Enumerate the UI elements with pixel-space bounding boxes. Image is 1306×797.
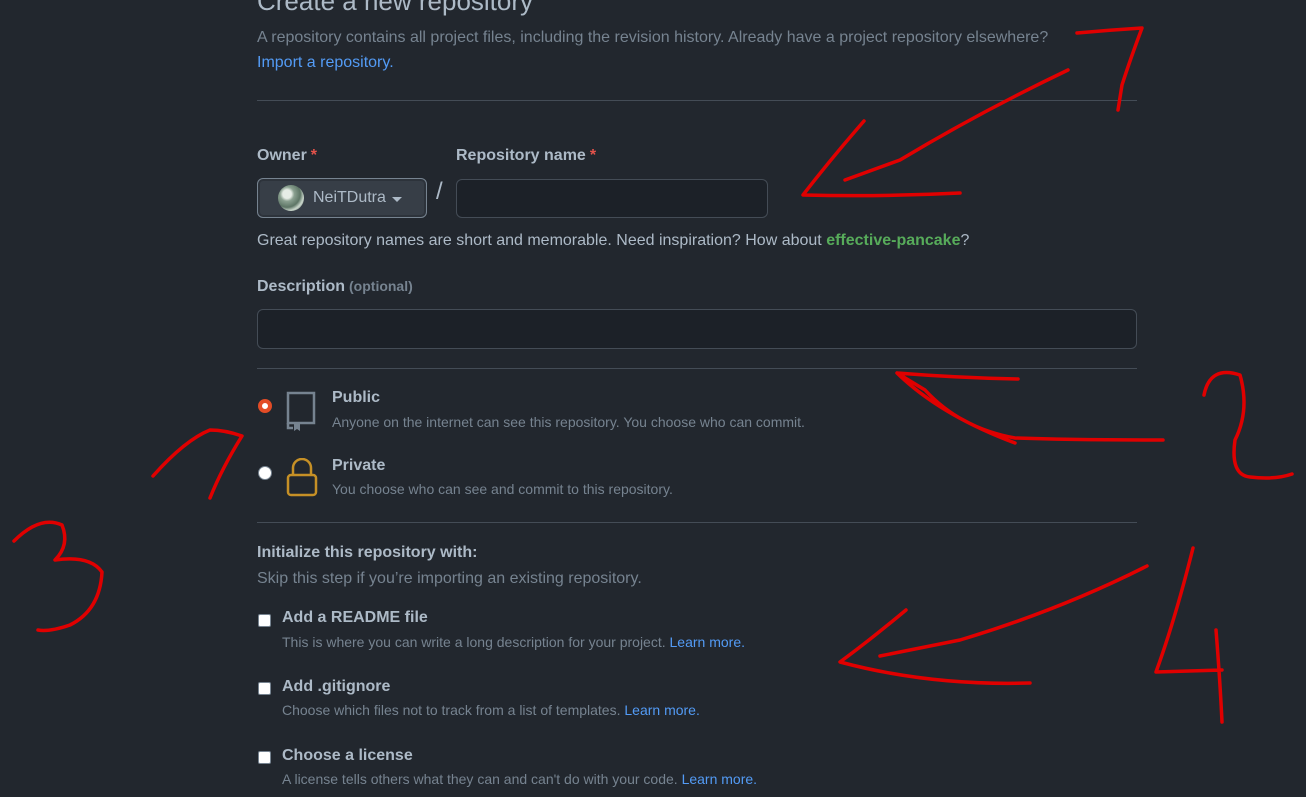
choose-license-desc-text: A license tells others what they can and… <box>282 771 678 787</box>
hint-text: Great repository names are short and mem… <box>257 232 827 249</box>
add-readme-checkbox[interactable] <box>258 614 271 627</box>
add-readme-desc-text: This is where you can write a long descr… <box>282 634 666 650</box>
owner-select-button[interactable]: NeiTDutra <box>257 178 427 218</box>
choose-license-title: Choose a license <box>282 747 413 764</box>
owner-label: Owner * <box>257 147 317 165</box>
visibility-private-title: Private <box>332 457 386 474</box>
visibility-public-desc: Anyone on the internet can see this repo… <box>332 414 805 430</box>
add-readme-title: Add a README file <box>282 609 428 626</box>
owner-label-text: Owner <box>257 147 307 164</box>
repository-name-label-text: Repository name <box>456 147 586 164</box>
initialize-title: Initialize this repository with: <box>257 544 478 561</box>
description-label-text: Description <box>257 278 346 295</box>
license-learn-more-link[interactable]: Learn more. <box>682 771 757 787</box>
annotation-number-3 <box>12 520 104 633</box>
choose-license-checkbox[interactable] <box>258 751 271 764</box>
import-repository-link[interactable]: Import a repository. <box>257 54 394 72</box>
repository-name-label: Repository name * <box>456 147 596 165</box>
description-divider <box>257 368 1137 369</box>
annotation-number-7-top <box>1075 26 1144 112</box>
add-readme-desc: This is where you can write a long descr… <box>282 634 745 650</box>
add-gitignore-desc: Choose which files not to track from a l… <box>282 702 700 718</box>
description-input[interactable] <box>257 309 1137 349</box>
owner-name: NeiTDutra <box>313 189 386 206</box>
annotation-number-4 <box>1154 546 1224 724</box>
repository-name-hint: Great repository names are short and mem… <box>257 232 969 250</box>
name-suggestion-link[interactable]: effective-pancake <box>826 232 960 249</box>
visibility-private-desc: You choose who can see and commit to thi… <box>332 481 673 497</box>
annotation-arrow-readme <box>838 564 1149 686</box>
annotation-arrow-repo-name <box>801 68 1070 198</box>
visibility-divider <box>257 522 1137 523</box>
new-repository-page: Create a new repository A repository con… <box>0 0 1306 797</box>
hint-end: ? <box>960 232 970 249</box>
required-mark: * <box>310 147 318 164</box>
choose-license-desc: A license tells others what they can and… <box>282 771 757 787</box>
repository-name-input[interactable] <box>456 179 768 218</box>
optional-tag: (optional) <box>349 278 413 294</box>
repo-book-icon <box>286 391 316 431</box>
owner-repo-separator: / <box>436 178 443 205</box>
avatar <box>278 185 304 211</box>
add-gitignore-title: Add .gitignore <box>282 678 391 695</box>
readme-learn-more-link[interactable]: Learn more. <box>670 634 745 650</box>
description-label: Description (optional) <box>257 278 413 296</box>
visibility-public-title: Public <box>332 389 381 406</box>
annotation-number-7-left <box>151 428 244 500</box>
header-divider <box>257 100 1137 101</box>
add-gitignore-desc-text: Choose which files not to track from a l… <box>282 702 621 718</box>
visibility-private-radio[interactable] <box>258 466 272 480</box>
add-gitignore-checkbox[interactable] <box>258 682 271 695</box>
red-annotations <box>12 26 1294 724</box>
lock-icon <box>286 458 318 497</box>
annotation-number-2 <box>1202 370 1294 480</box>
required-mark: * <box>589 147 597 164</box>
caret-down-icon <box>391 196 402 202</box>
visibility-public-radio[interactable] <box>258 399 272 413</box>
page-title: Create a new repository <box>257 0 534 16</box>
initialize-subtitle: Skip this step if you’re importing an ex… <box>257 570 642 587</box>
page-subtitle: A repository contains all project files,… <box>257 29 1049 46</box>
gitignore-learn-more-link[interactable]: Learn more. <box>624 702 699 718</box>
annotation-arrow-description <box>895 371 1165 445</box>
